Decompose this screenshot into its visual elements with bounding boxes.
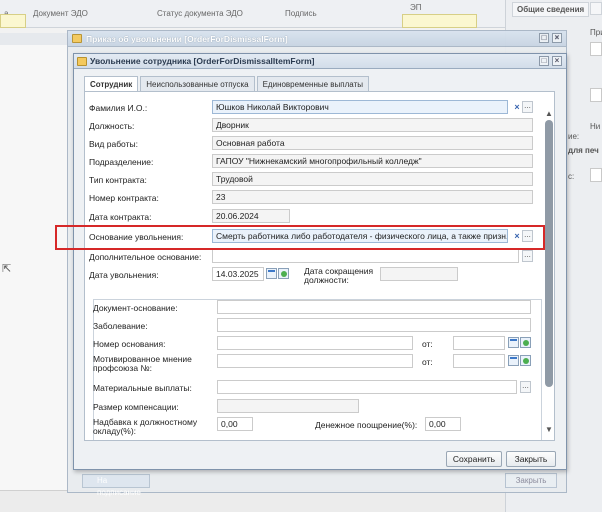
cursor-icon: ⇱ — [2, 263, 12, 275]
disease-field[interactable] — [217, 318, 531, 332]
bonus-label: Денежное поощрение(%): — [315, 420, 418, 430]
right-field-3[interactable] — [590, 168, 602, 182]
reason-highlight-box — [55, 225, 545, 250]
union-opinion-label: Мотивированное мнение профсоюза №: — [93, 354, 192, 373]
allowance-field[interactable]: 0,00 — [217, 417, 253, 431]
contract-number-label: Номер контракта: — [89, 193, 159, 203]
tab-lump-sum-payments[interactable]: Единовременные выплаты — [256, 76, 369, 91]
grid-filter-cell[interactable] — [0, 14, 26, 28]
grid-col-edo-status[interactable]: Статус документа ЭДО — [157, 9, 243, 18]
scrollbar-thumb[interactable] — [545, 120, 553, 387]
employee-panel: Фамилия И.О.: Юшков Николай Викторович ×… — [84, 91, 555, 441]
fio-field[interactable]: Юшков Николай Викторович — [212, 100, 508, 114]
tab-next[interactable] — [590, 2, 602, 15]
grid-col-ep[interactable]: ЭП — [410, 3, 422, 12]
dismissal-item-window: Увольнение сотрудника [OrderForDismissal… — [73, 53, 567, 470]
tab-general-info[interactable]: Общие сведения — [512, 2, 590, 17]
union-opinion-field[interactable] — [217, 354, 413, 368]
dismissal-date-field[interactable]: 14.03.2025 — [212, 267, 264, 281]
close-button[interactable]: Закрыть — [506, 451, 556, 467]
basis-doc-label: Документ-основание: — [93, 303, 178, 313]
position-label: Должность: — [89, 121, 135, 131]
material-payments-label: Материальные выплаты: — [93, 383, 192, 393]
basis-doc-field[interactable] — [217, 300, 531, 314]
order-window-titlebar[interactable]: Приказ об увольнении [OrderForDismissalF… — [68, 31, 566, 47]
division-label: Подразделение: — [89, 157, 154, 167]
fio-label: Фамилия И.О.: — [89, 103, 148, 113]
dismissal-date-label: Дата увольнения: — [89, 270, 159, 280]
calendar-icon[interactable] — [508, 337, 519, 348]
maximize-icon[interactable]: □ — [539, 56, 549, 66]
compensation-field — [217, 399, 359, 413]
reduction-date-field — [380, 267, 458, 281]
select-dots-icon[interactable]: ... — [522, 250, 533, 262]
extra-reason-label: Дополнительное основание: — [89, 252, 202, 262]
form-icon — [77, 57, 87, 66]
close-icon[interactable]: × — [552, 56, 562, 66]
close-icon[interactable]: × — [552, 33, 562, 43]
material-payments-field[interactable] — [217, 380, 517, 394]
right-field-1[interactable] — [590, 42, 602, 56]
select-dots-icon[interactable]: ... — [520, 381, 531, 393]
worktype-label: Вид работы: — [89, 139, 138, 149]
tab-bar: Сотрудник Неиспользованные отпуска Едино… — [84, 76, 369, 92]
extra-reason-field[interactable] — [212, 249, 519, 263]
worktype-field: Основная работа — [212, 136, 533, 150]
right-label-5: с: — [568, 172, 575, 181]
position-field: Дворник — [212, 118, 533, 132]
basis-number-label: Номер основания: — [93, 339, 166, 349]
contract-type-field: Трудовой — [212, 172, 533, 186]
right-label-2: Ни — [590, 122, 601, 131]
division-field: ГАПОУ "Нижнекамский многопрофильный колл… — [212, 154, 533, 168]
contract-date-label: Дата контракта: — [89, 212, 152, 222]
select-dots-icon[interactable]: ... — [522, 101, 533, 113]
right-label-3: ие: — [568, 132, 580, 141]
tab-employee[interactable]: Сотрудник — [84, 76, 139, 92]
maximize-icon[interactable]: □ — [539, 33, 549, 43]
basis-from-label: от: — [422, 339, 433, 349]
dismissal-window-title: Увольнение сотрудника [OrderForDismissal… — [90, 56, 315, 66]
today-icon[interactable] — [278, 268, 289, 279]
reduction-date-label: Дата сокращения должности: — [304, 266, 374, 285]
order-window-title: Приказ об увольнении [OrderForDismissalF… — [86, 34, 288, 44]
compensation-label: Размер компенсации: — [93, 402, 179, 412]
order-close-button[interactable]: Закрыть — [505, 473, 557, 488]
send-to-sign-button[interactable]: На подписание — [82, 474, 150, 497]
dismissal-window-titlebar[interactable]: Увольнение сотрудника [OrderForDismissal… — [74, 54, 566, 69]
today-icon[interactable] — [520, 337, 531, 348]
union-from-label: от: — [422, 357, 433, 367]
save-button[interactable]: Сохранить — [446, 451, 502, 467]
contract-date-field: 20.06.2024 — [212, 209, 290, 223]
background-footer — [0, 490, 505, 512]
grid-filter-cell-ep[interactable] — [402, 14, 477, 28]
calendar-icon[interactable] — [508, 355, 519, 366]
bonus-field[interactable]: 0,00 — [425, 417, 461, 431]
union-from-date-field[interactable] — [453, 354, 505, 368]
disease-label: Заболевание: — [93, 321, 148, 331]
contract-type-label: Тип контракта: — [89, 175, 147, 185]
right-field-2[interactable] — [590, 88, 602, 102]
clear-icon[interactable]: × — [512, 102, 522, 113]
calendar-icon[interactable] — [266, 268, 277, 279]
right-label-4: для печ — [568, 146, 599, 155]
right-label-1: Прик — [590, 28, 602, 37]
grid-col-edo-doc[interactable]: Документ ЭДО — [33, 9, 88, 18]
tab-unused-vacations[interactable]: Неиспользованные отпуска — [140, 76, 255, 91]
form-icon — [72, 34, 82, 43]
allowance-label: Надбавка к должностному окладу(%): — [93, 417, 198, 436]
grid-col-signature[interactable]: Подпись — [285, 9, 317, 18]
scroll-down-icon[interactable]: ▼ — [543, 426, 555, 434]
contract-number-field: 23 — [212, 190, 533, 204]
background-grid-header: а Документ ЭДО Статус документа ЭДО Подп… — [0, 0, 505, 28]
today-icon[interactable] — [520, 355, 531, 366]
basis-from-date-field[interactable] — [453, 336, 505, 350]
basis-number-field[interactable] — [217, 336, 413, 350]
scroll-up-icon[interactable]: ▲ — [543, 110, 555, 118]
